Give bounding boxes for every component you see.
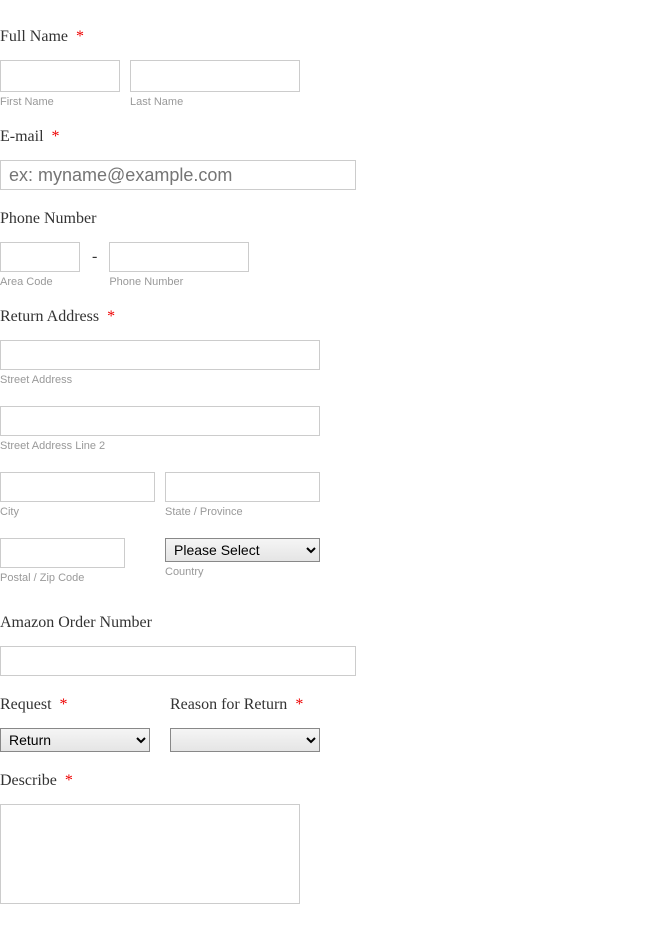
required-indicator: *	[107, 308, 115, 325]
phone-number-sublabel: Phone Number	[109, 276, 249, 288]
describe-textarea[interactable]	[0, 804, 300, 904]
describe-label: Describe *	[0, 772, 650, 790]
area-code-sublabel: Area Code	[0, 276, 80, 288]
area-code-input[interactable]	[0, 242, 80, 272]
postal-code-sublabel: Postal / Zip Code	[0, 572, 125, 584]
street-address-2-input[interactable]	[0, 406, 320, 436]
full-name-label-text: Full Name	[0, 28, 68, 45]
request-label: Request *	[0, 696, 150, 714]
postal-code-input[interactable]	[0, 538, 125, 568]
country-sublabel: Country	[165, 566, 320, 578]
required-indicator: *	[76, 28, 84, 45]
return-address-label-text: Return Address	[0, 308, 99, 325]
city-sublabel: City	[0, 506, 155, 518]
state-input[interactable]	[165, 472, 320, 502]
required-indicator: *	[295, 696, 303, 713]
first-name-input[interactable]	[0, 60, 120, 92]
street-address-input[interactable]	[0, 340, 320, 370]
first-name-sublabel: First Name	[0, 96, 120, 108]
email-label: E-mail *	[0, 128, 650, 146]
email-input[interactable]	[0, 160, 356, 190]
phone-label: Phone Number	[0, 210, 650, 228]
required-indicator: *	[60, 696, 68, 713]
last-name-sublabel: Last Name	[130, 96, 300, 108]
state-sublabel: State / Province	[165, 506, 320, 518]
required-indicator: *	[52, 128, 60, 145]
reason-label-text: Reason for Return	[170, 696, 287, 713]
request-select[interactable]: Return	[0, 728, 150, 752]
street-address-sublabel: Street Address	[0, 374, 650, 386]
order-number-input[interactable]	[0, 646, 356, 676]
reason-select[interactable]	[170, 728, 320, 752]
order-number-label-text: Amazon Order Number	[0, 614, 152, 631]
required-indicator: *	[65, 772, 73, 789]
describe-label-text: Describe	[0, 772, 57, 789]
return-address-label: Return Address *	[0, 308, 650, 326]
country-select[interactable]: Please Select	[165, 538, 320, 562]
email-label-text: E-mail	[0, 128, 44, 145]
phone-number-input[interactable]	[109, 242, 249, 272]
phone-label-text: Phone Number	[0, 210, 96, 227]
last-name-input[interactable]	[130, 60, 300, 92]
phone-separator: -	[90, 248, 99, 266]
full-name-label: Full Name *	[0, 28, 650, 46]
request-label-text: Request	[0, 696, 52, 713]
order-number-label: Amazon Order Number	[0, 614, 650, 632]
reason-label: Reason for Return *	[170, 696, 320, 714]
street-address-2-sublabel: Street Address Line 2	[0, 440, 650, 452]
city-input[interactable]	[0, 472, 155, 502]
